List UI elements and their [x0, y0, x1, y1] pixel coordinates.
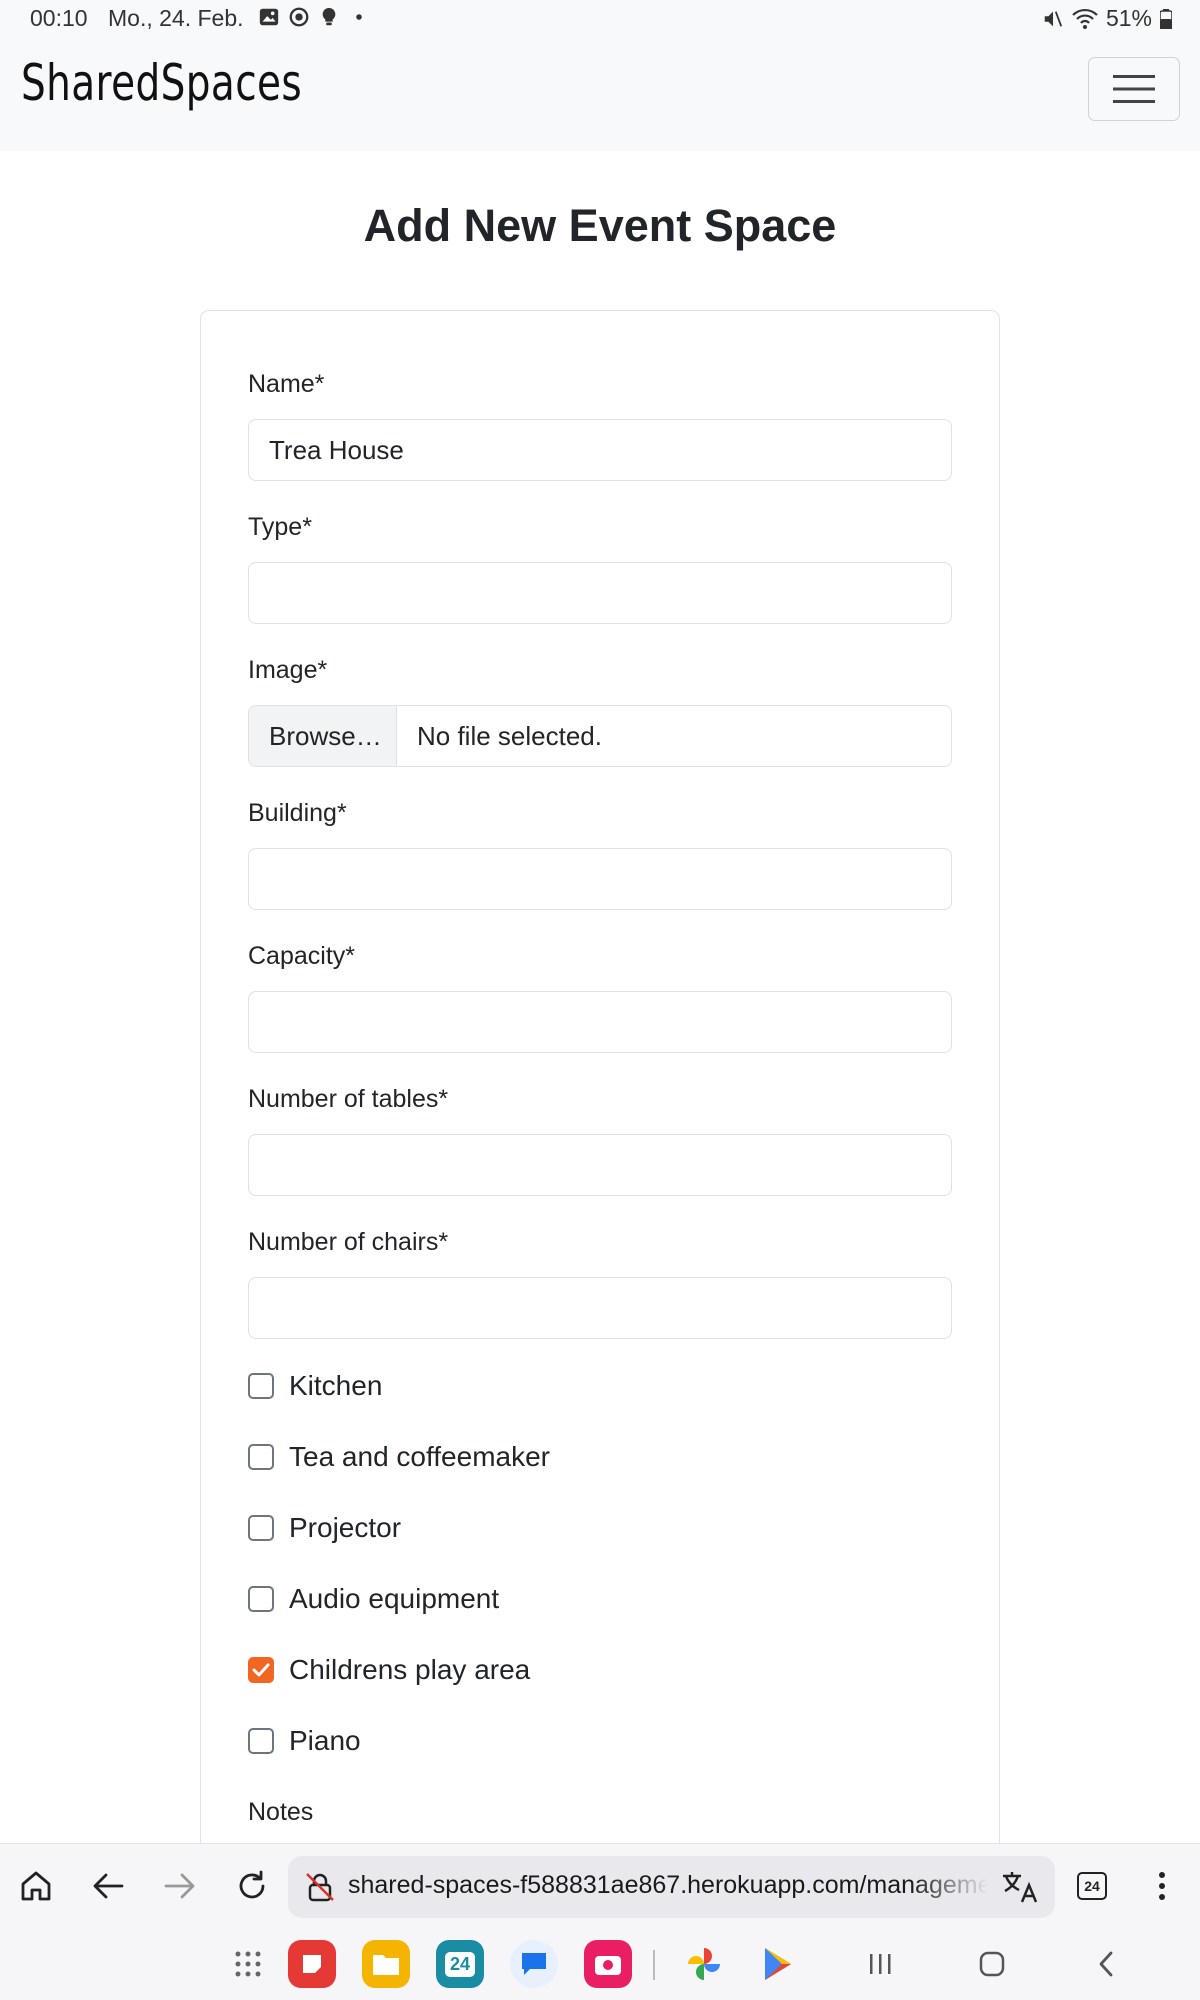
type-input[interactable] [248, 562, 952, 624]
translate-icon[interactable] [1000, 1868, 1040, 1906]
nav-back-icon [1099, 1951, 1113, 1977]
image-label: Image* [248, 656, 328, 684]
reload-button[interactable] [232, 1866, 272, 1906]
amenity-label: Kitchen [289, 1370, 383, 1401]
checkbox-childrens-play-area[interactable] [248, 1657, 274, 1683]
battery-percent: 51% [1105, 5, 1152, 31]
app-photos-icon[interactable] [680, 1940, 728, 1988]
browse-button[interactable]: Browse… [249, 706, 397, 766]
folder-icon [373, 1955, 399, 1975]
amenity-tea-coffeemaker[interactable]: Tea and coffeemaker [248, 1441, 550, 1473]
building-input[interactable] [248, 848, 952, 910]
menu-toggle-button[interactable] [1088, 57, 1180, 121]
amenity-label: Tea and coffeemaker [289, 1441, 550, 1472]
apps-grid-icon [235, 1951, 261, 1977]
status-right: 51% [1042, 5, 1172, 32]
mute-icon [1044, 10, 1063, 27]
message-icon [522, 1953, 546, 1975]
dock-divider [653, 1950, 655, 1980]
forward-icon [164, 1873, 195, 1899]
brand-logo[interactable]: SharedSpaces [21, 54, 302, 112]
file-status: No file selected. [417, 721, 602, 751]
app-messages-icon[interactable] [510, 1940, 558, 1988]
sync-icon [289, 7, 309, 27]
image-file-input[interactable]: Browse… No file selected. [248, 705, 952, 767]
amenity-label: Childrens play area [289, 1654, 531, 1685]
dot-icon [356, 14, 362, 20]
name-input[interactable]: Trea House [248, 419, 952, 481]
recents-icon [870, 1954, 891, 1974]
app-files-icon[interactable] [362, 1940, 410, 1988]
system-dock: 24 [0, 1930, 1200, 2000]
apps-grid-button[interactable] [228, 1944, 268, 1984]
type-label: Type* [248, 513, 312, 541]
page-title: Add New Event Space [363, 200, 837, 251]
back-icon [93, 1873, 124, 1899]
chairs-input[interactable] [248, 1277, 952, 1339]
amenity-label: Audio equipment [289, 1583, 500, 1614]
amenity-audio-equipment[interactable]: Audio equipment [248, 1583, 499, 1615]
tables-input[interactable] [248, 1134, 952, 1196]
checkbox-tea-coffeemaker[interactable] [248, 1444, 274, 1470]
home-button[interactable] [16, 1866, 56, 1906]
forward-button[interactable] [160, 1866, 200, 1906]
capacity-label: Capacity* [248, 942, 355, 970]
recents-button[interactable] [860, 1944, 900, 1984]
checkbox-projector[interactable] [248, 1515, 274, 1541]
menu-icon [1113, 75, 1155, 103]
notes-icon [303, 1955, 321, 1973]
status-time: 00:10 [30, 5, 88, 31]
address-bar[interactable]: shared-spaces-f588831ae867.herokuapp.com… [288, 1856, 1055, 1918]
bulb-icon [322, 7, 336, 26]
status-bar: 00:10 Mo., 24. Feb. 51% [0, 0, 1200, 36]
reload-icon [239, 1870, 265, 1899]
checkbox-kitchen[interactable] [248, 1373, 274, 1399]
tabs-button[interactable]: 24 [1077, 1872, 1107, 1900]
amenity-kitchen[interactable]: Kitchen [248, 1370, 382, 1402]
form-card [200, 310, 1000, 1850]
nav-home-icon [979, 1951, 1005, 1977]
amenity-label: Projector [289, 1512, 402, 1543]
amenity-piano[interactable]: Piano [248, 1725, 361, 1757]
play-store-icon [765, 1948, 791, 1980]
app-notes-icon[interactable] [288, 1940, 336, 1988]
camera-icon [595, 1956, 621, 1975]
checkbox-piano[interactable] [248, 1728, 274, 1754]
gallery-icon [259, 8, 279, 26]
name-label: Name* [248, 370, 325, 398]
amenity-childrens-play-area[interactable]: Childrens play area [248, 1654, 530, 1686]
lock-off-icon [306, 1873, 334, 1902]
checkbox-audio-equipment[interactable] [248, 1586, 274, 1612]
chairs-label: Number of chairs* [248, 1228, 449, 1256]
app-camera-icon[interactable] [584, 1940, 632, 1988]
nav-back-button[interactable] [1086, 1944, 1126, 1984]
navbar: SharedSpaces [0, 36, 1200, 151]
battery-icon [1160, 8, 1172, 29]
building-label: Building* [248, 799, 347, 827]
photos-icon [688, 1948, 720, 1980]
back-button[interactable] [88, 1866, 128, 1906]
calendar-day: 24 [444, 1951, 476, 1977]
status-date: Mo., 24. Feb. [108, 5, 244, 31]
amenity-projector[interactable]: Projector [248, 1512, 401, 1544]
nav-home-button[interactable] [972, 1944, 1012, 1984]
more-button[interactable] [1142, 1866, 1182, 1906]
home-icon [21, 1871, 51, 1901]
checkmark-icon [252, 1663, 270, 1677]
notes-label: Notes [248, 1798, 314, 1826]
app-calendar-icon[interactable]: 24 [436, 1940, 484, 1988]
capacity-input[interactable] [248, 991, 952, 1053]
amenity-label: Piano [289, 1725, 361, 1756]
tables-label: Number of tables* [248, 1085, 449, 1113]
more-icon [1159, 1872, 1165, 1900]
browser-toolbar: shared-spaces-f588831ae867.herokuapp.com… [0, 1843, 1200, 1930]
url-text[interactable]: shared-spaces-f588831ae867.herokuapp.com… [348, 1871, 988, 1900]
wifi-icon [1072, 8, 1098, 29]
notification-icons [258, 6, 370, 28]
app-play-store-icon[interactable] [754, 1940, 802, 1988]
